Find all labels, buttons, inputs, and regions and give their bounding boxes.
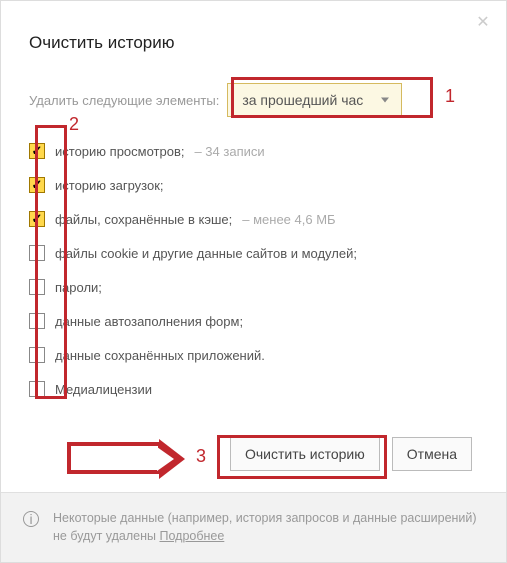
option-label: данные сохранённых приложений.	[55, 348, 265, 363]
footer-more-link[interactable]: Подробнее	[159, 529, 224, 543]
checkbox[interactable]	[29, 347, 45, 363]
footer: i Некоторые данные (например, история за…	[1, 492, 506, 563]
clear-history-dialog: ✕ Очистить историю Удалить следующие эле…	[0, 0, 507, 563]
checkbox[interactable]: ✓	[29, 177, 45, 193]
option-label: пароли;	[55, 280, 102, 295]
option-extra: – 34 записи	[194, 144, 264, 159]
callout-number-3: 3	[196, 446, 206, 467]
close-button[interactable]: ✕	[474, 13, 492, 31]
option-row[interactable]: ✓ файлы, сохранённые в кэше; – менее 4,6 …	[29, 211, 478, 227]
checkbox[interactable]	[29, 279, 45, 295]
checkbox[interactable]: ✓	[29, 143, 45, 159]
checkbox[interactable]	[29, 313, 45, 329]
option-label: Медиалицензии	[55, 382, 152, 397]
callout-number-1: 1	[445, 86, 455, 107]
checkbox[interactable]: ✓	[29, 211, 45, 227]
period-dropdown[interactable]: за прошедший час	[227, 83, 402, 117]
option-row[interactable]: данные автозаполнения форм;	[29, 313, 478, 329]
option-label: историю загрузок;	[55, 178, 164, 193]
option-row[interactable]: файлы cookie и другие данные сайтов и мо…	[29, 245, 478, 261]
option-row[interactable]: ✓ историю просмотров; – 34 записи	[29, 143, 478, 159]
period-label: Удалить следующие элементы:	[29, 93, 219, 108]
option-label: данные автозаполнения форм;	[55, 314, 243, 329]
period-row: Удалить следующие элементы: за прошедший…	[29, 83, 478, 117]
options-list: ✓ историю просмотров; – 34 записи ✓ историю…	[29, 143, 478, 397]
checkbox[interactable]	[29, 381, 45, 397]
clear-history-button[interactable]: Очистить историю	[230, 437, 380, 471]
cancel-button[interactable]: Отмена	[392, 437, 472, 471]
close-icon: ✕	[476, 12, 489, 32]
dialog-title: Очистить историю	[29, 33, 478, 53]
option-row[interactable]: пароли;	[29, 279, 478, 295]
option-label: файлы, сохранённые в кэше;	[55, 212, 232, 227]
option-label: историю просмотров;	[55, 144, 184, 159]
footer-text: Некоторые данные (например, история запр…	[53, 509, 484, 547]
option-label: файлы cookie и другие данные сайтов и мо…	[55, 246, 357, 261]
button-row: Очистить историю Отмена	[29, 437, 478, 471]
checkbox[interactable]	[29, 245, 45, 261]
option-extra: – менее 4,6 МБ	[242, 212, 335, 227]
option-row[interactable]: ✓ историю загрузок;	[29, 177, 478, 193]
option-row[interactable]: данные сохранённых приложений.	[29, 347, 478, 363]
info-icon: i	[23, 511, 39, 527]
option-row[interactable]: Медиалицензии	[29, 381, 478, 397]
period-selected-value: за прошедший час	[242, 92, 363, 108]
callout-number-2: 2	[69, 114, 79, 135]
